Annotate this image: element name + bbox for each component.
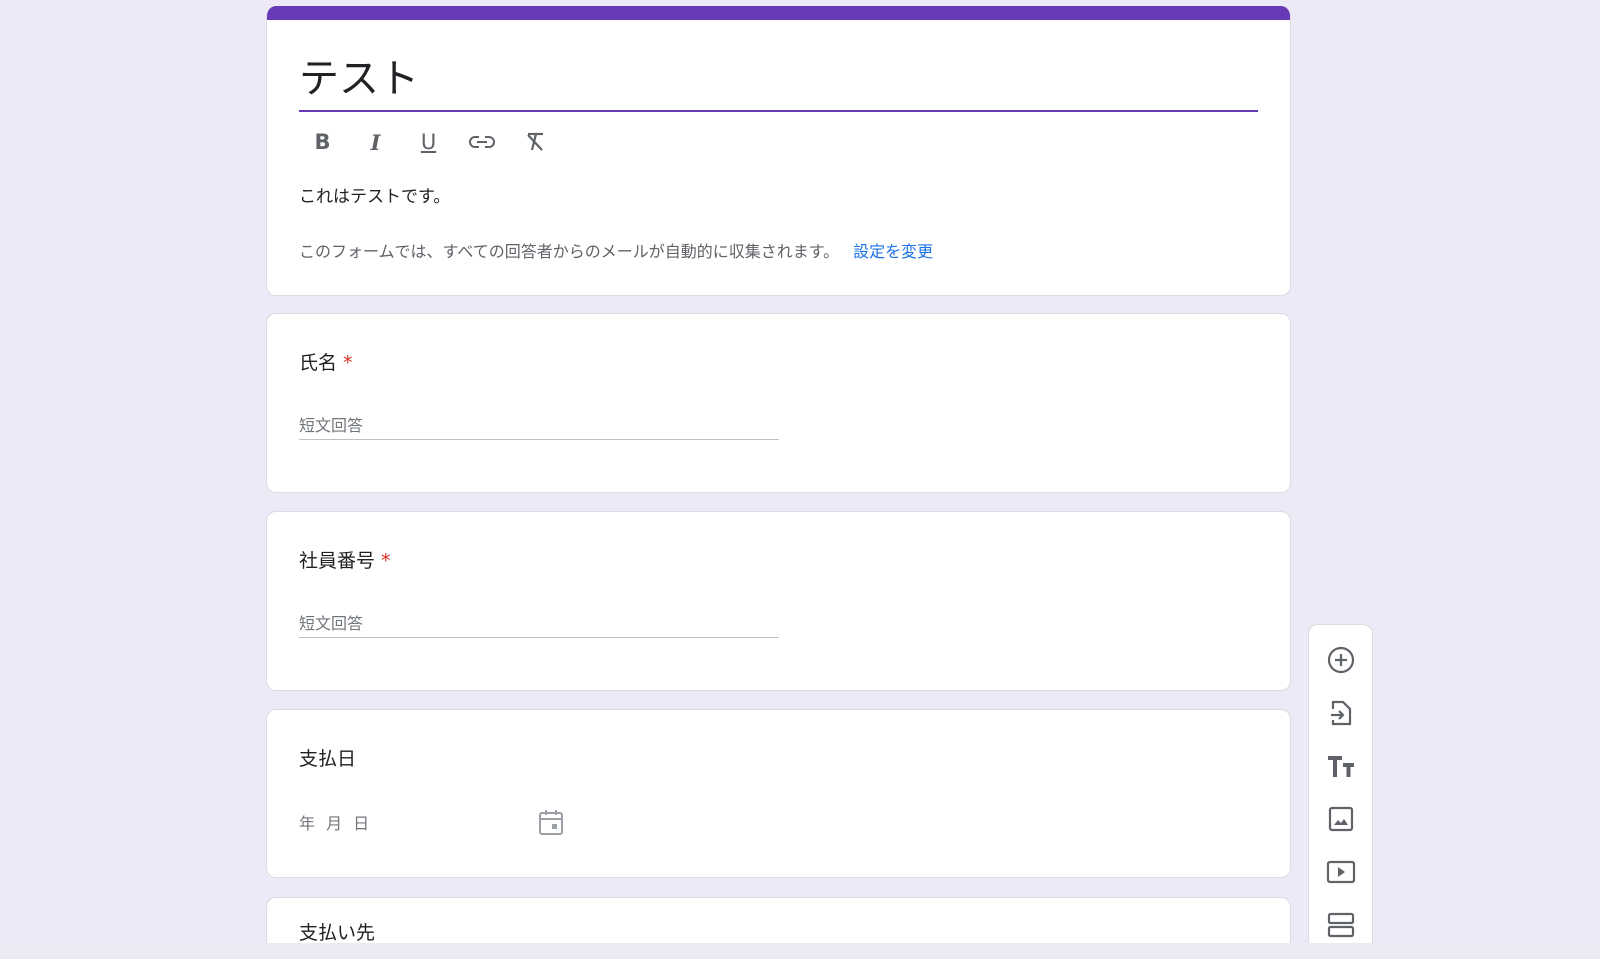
link-button[interactable] xyxy=(466,128,497,156)
notice-text: このフォームでは、すべての回答者からのメールが自動的に収集されます。 xyxy=(299,242,840,261)
question-title: 氏名 * xyxy=(299,348,353,375)
import-questions-button[interactable] xyxy=(1326,698,1356,728)
title-underline xyxy=(299,110,1258,112)
form-header-card[interactable]: テスト B I U これはテストです。 このフォームでは、すべての回答者からのメ… xyxy=(266,6,1291,296)
bottom-edge xyxy=(0,943,1600,959)
required-mark: * xyxy=(343,352,353,374)
question-title: 支払日 xyxy=(299,748,357,770)
bold-icon: B xyxy=(314,130,331,154)
format-toolbar: B I U xyxy=(307,128,550,156)
question-title-text: 社員番号 xyxy=(299,550,376,572)
add-video-button[interactable] xyxy=(1326,857,1356,887)
clear-formatting-button[interactable] xyxy=(519,128,550,156)
short-answer-field[interactable]: 短文回答 xyxy=(299,406,779,440)
add-video-icon xyxy=(1326,860,1355,884)
question-card[interactable]: 支払日 年 月 日 xyxy=(266,709,1291,878)
import-questions-icon xyxy=(1330,700,1351,726)
question-title: 社員番号 * xyxy=(299,546,391,573)
add-image-icon xyxy=(1328,806,1353,832)
question-card[interactable]: 社員番号 * 短文回答 xyxy=(266,511,1291,691)
short-answer-field[interactable]: 短文回答 xyxy=(299,604,779,638)
required-mark: * xyxy=(381,550,391,572)
add-image-button[interactable] xyxy=(1326,804,1356,834)
date-placeholder: 年 月 日 xyxy=(299,814,373,833)
email-collection-notice: このフォームでは、すべての回答者からのメールが自動的に収集されます。 設定を変更 xyxy=(299,238,933,262)
add-question-icon xyxy=(1327,646,1354,674)
clear-formatting-icon xyxy=(526,132,543,151)
calendar-icon[interactable] xyxy=(538,808,564,836)
bold-button[interactable]: B xyxy=(307,128,338,156)
add-section-icon xyxy=(1327,912,1354,938)
underline-icon: U xyxy=(420,130,437,154)
add-section-button[interactable] xyxy=(1326,910,1356,940)
underline-button[interactable]: U xyxy=(413,128,444,156)
side-toolbar xyxy=(1308,624,1373,943)
question-card[interactable]: 支払い先 xyxy=(266,897,1291,944)
theme-accent-bar xyxy=(267,6,1290,20)
add-question-button[interactable] xyxy=(1326,645,1356,675)
question-title: 支払い先 xyxy=(299,922,376,944)
add-title-button[interactable] xyxy=(1326,751,1356,781)
link-icon xyxy=(468,136,495,148)
date-field[interactable]: 年 月 日 xyxy=(299,808,564,836)
form-title[interactable]: テスト xyxy=(299,46,419,104)
italic-icon: I xyxy=(370,129,381,155)
form-description[interactable]: これはテストです。 xyxy=(299,182,450,207)
change-settings-link[interactable]: 設定を変更 xyxy=(853,242,933,261)
add-title-icon xyxy=(1327,756,1354,777)
question-title-text: 氏名 xyxy=(299,352,338,374)
form-editor: テスト B I U これはテストです。 このフォームでは、すべての回答者からのメ… xyxy=(0,0,1600,944)
question-card[interactable]: 氏名 * 短文回答 xyxy=(266,313,1291,493)
italic-button[interactable]: I xyxy=(360,128,391,156)
